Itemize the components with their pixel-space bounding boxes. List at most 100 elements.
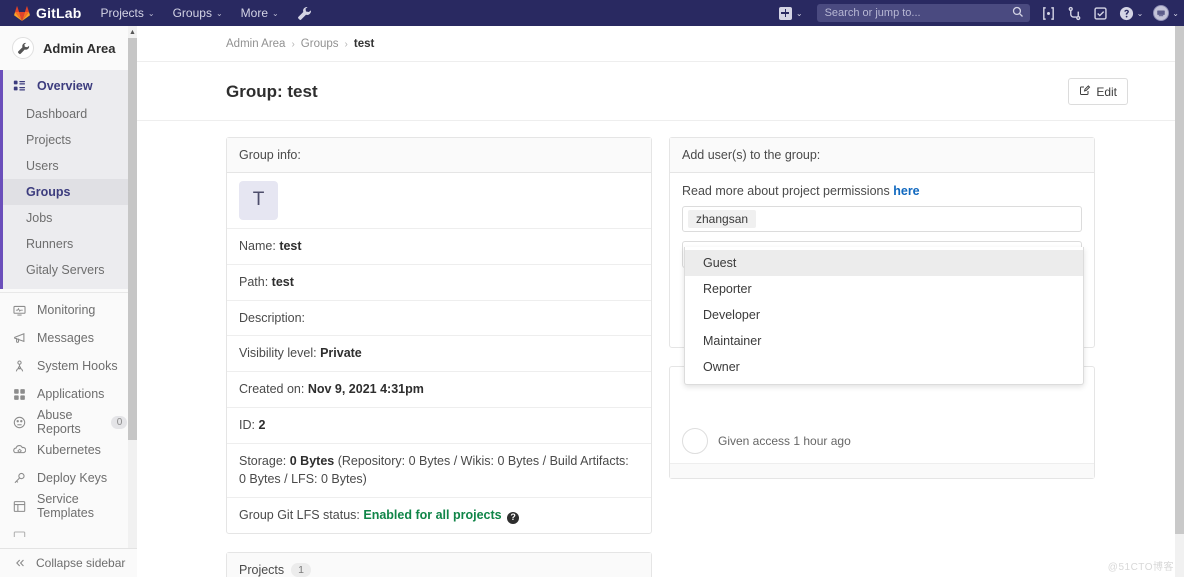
gitlab-fox-icon	[14, 5, 30, 21]
group-info-row-description: Description:	[227, 301, 651, 337]
dropdown-option-developer-label: Developer	[703, 308, 760, 322]
sidebar-item-service-templates-label: Service Templates	[37, 492, 94, 520]
sidebar-scrollbar[interactable]: ▲	[128, 26, 137, 548]
sidebar-item-service-templates[interactable]: Service Templates	[0, 492, 137, 520]
chevron-double-left-icon	[12, 556, 27, 571]
sidebar-item-overview[interactable]: Overview	[0, 70, 137, 101]
dropdown-option-reporter[interactable]: Reporter	[685, 276, 1083, 302]
list-item: Given access 1 hour ago	[670, 419, 1094, 464]
new-item-button[interactable]: ⌄	[771, 6, 811, 20]
sidebar-header[interactable]: Admin Area	[0, 26, 137, 70]
breadcrumb-groups[interactable]: Groups	[301, 38, 339, 50]
sidebar-item-gitaly-servers[interactable]: Gitaly Servers	[0, 257, 137, 283]
overview-icon	[12, 78, 27, 93]
chevron-right-icon: ›	[291, 38, 295, 50]
sidebar-scrollbar-thumb[interactable]	[128, 38, 137, 440]
breadcrumb-admin-area[interactable]: Admin Area	[226, 38, 285, 50]
avatar	[682, 428, 708, 454]
group-id-label: ID:	[239, 417, 255, 432]
sidebar-item-users[interactable]: Users	[0, 153, 137, 179]
hook-icon	[12, 359, 27, 374]
group-avatar: T	[239, 181, 278, 220]
pencil-square-icon	[1079, 84, 1091, 99]
access-level-dropdown-menu[interactable]: Guest Reporter Developer Maintainer Owne…	[684, 247, 1084, 385]
search-icon	[1012, 6, 1024, 21]
dropdown-option-reporter-label: Reporter	[703, 282, 752, 296]
group-info-row-path: Path: test	[227, 265, 651, 301]
nav-projects[interactable]: Projects ⌄	[92, 0, 164, 26]
page-header: Group: test Edit	[137, 62, 1175, 121]
group-storage-label: Storage:	[239, 453, 287, 468]
group-info-row-visibility: Visibility level: Private	[227, 336, 651, 372]
nav-more[interactable]: More ⌄	[232, 0, 288, 26]
permissions-here-link[interactable]: here	[893, 184, 919, 198]
group-info-header: Group info:	[227, 138, 651, 173]
chevron-down-icon: ⌄	[147, 8, 155, 18]
edit-button[interactable]: Edit	[1068, 78, 1128, 105]
group-visibility-value: Private	[320, 346, 362, 361]
sidebar-item-system-hooks[interactable]: System Hooks	[0, 352, 137, 380]
dropdown-option-maintainer-label: Maintainer	[703, 334, 762, 348]
sidebar-item-partial[interactable]	[0, 520, 137, 548]
group-info-row-lfs: Group Git LFS status: Enabled for all pr…	[227, 498, 651, 533]
group-name-value: test	[279, 239, 302, 253]
user-token-zhangsan[interactable]: zhangsan	[688, 210, 757, 228]
page-scrollbar-thumb[interactable]	[1175, 26, 1184, 534]
chevron-down-icon: ⌄	[272, 8, 279, 18]
question-circle-icon[interactable]: ?	[507, 511, 520, 524]
sidebar-overview-group: Overview Dashboard Projects Users Groups…	[0, 70, 137, 289]
sidebar-item-dashboard[interactable]: Dashboard	[0, 101, 137, 127]
sidebar-item-deploy-keys[interactable]: Deploy Keys	[0, 464, 137, 492]
nav-more-label: More	[240, 6, 268, 20]
sidebar-item-jobs[interactable]: Jobs	[0, 205, 137, 231]
key-icon	[12, 471, 27, 486]
group-info-row-created: Created on: Nov 9, 2021 4:31pm	[227, 372, 651, 408]
dropdown-option-guest-label: Guest	[703, 256, 737, 270]
collapse-sidebar-button[interactable]: Collapse sidebar	[0, 548, 137, 577]
sidebar-item-projects[interactable]: Projects	[0, 127, 137, 153]
chevron-right-icon: ›	[344, 38, 348, 50]
sidebar-item-messages-label: Messages	[37, 331, 94, 345]
merge-requests-icon[interactable]	[1062, 0, 1088, 26]
sidebar-item-runners[interactable]: Runners	[0, 231, 137, 257]
gitlab-logo[interactable]: GitLab	[0, 0, 92, 26]
user-menu[interactable]: ⌄	[1148, 0, 1184, 26]
group-info-card: Group info: T Name: test Path: test Desc…	[226, 137, 652, 534]
search-input[interactable]	[822, 6, 1012, 20]
abuse-reports-badge: 0	[110, 415, 127, 429]
member-access-meta: Given access 1 hour ago	[718, 434, 851, 448]
dropdown-option-guest[interactable]: Guest	[685, 250, 1083, 276]
admin-area-wrench-icon[interactable]	[288, 6, 321, 21]
dropdown-option-owner[interactable]: Owner	[685, 354, 1083, 380]
user-search-input[interactable]: zhangsan	[682, 206, 1082, 232]
sidebar-item-abuse-reports[interactable]: Abuse Reports 0	[0, 408, 137, 436]
abuse-icon	[12, 415, 27, 430]
monitor-icon	[12, 303, 27, 318]
sidebar-item-messages[interactable]: Messages	[0, 324, 137, 352]
sidebar-item-monitoring[interactable]: Monitoring	[0, 296, 137, 324]
megaphone-icon	[12, 331, 27, 346]
issues-icon[interactable]	[1036, 0, 1062, 26]
sidebar-item-groups[interactable]: Groups	[0, 179, 137, 205]
plus-square-icon	[778, 6, 792, 20]
sidebar-divider	[0, 292, 137, 293]
sidebar-item-gitaly-servers-label: Gitaly Servers	[26, 263, 105, 277]
sidebar-scroll-area: Admin Area Overview Dashboard Projects U…	[0, 26, 137, 548]
avatar	[1153, 5, 1170, 21]
group-visibility-label: Visibility level:	[239, 346, 317, 361]
sidebar-item-applications[interactable]: Applications	[0, 380, 137, 408]
todos-icon[interactable]	[1088, 0, 1114, 26]
sidebar-item-kubernetes[interactable]: Kubernetes	[0, 436, 137, 464]
watermark: @51CTO博客	[1107, 562, 1174, 573]
scroll-up-arrow-icon[interactable]: ▲	[128, 26, 137, 38]
dropdown-option-maintainer[interactable]: Maintainer	[685, 328, 1083, 354]
help-menu[interactable]: ⌄	[1114, 0, 1149, 26]
global-search[interactable]	[816, 4, 1030, 22]
group-path-label: Path:	[239, 274, 269, 289]
user-field-wrap: zhangsan	[670, 206, 1094, 241]
dropdown-option-developer[interactable]: Developer	[685, 302, 1083, 328]
projects-count-badge: 1	[291, 562, 311, 577]
template-icon	[12, 499, 27, 514]
page-scrollbar[interactable]	[1175, 26, 1184, 577]
nav-groups[interactable]: Groups ⌄	[164, 0, 232, 26]
